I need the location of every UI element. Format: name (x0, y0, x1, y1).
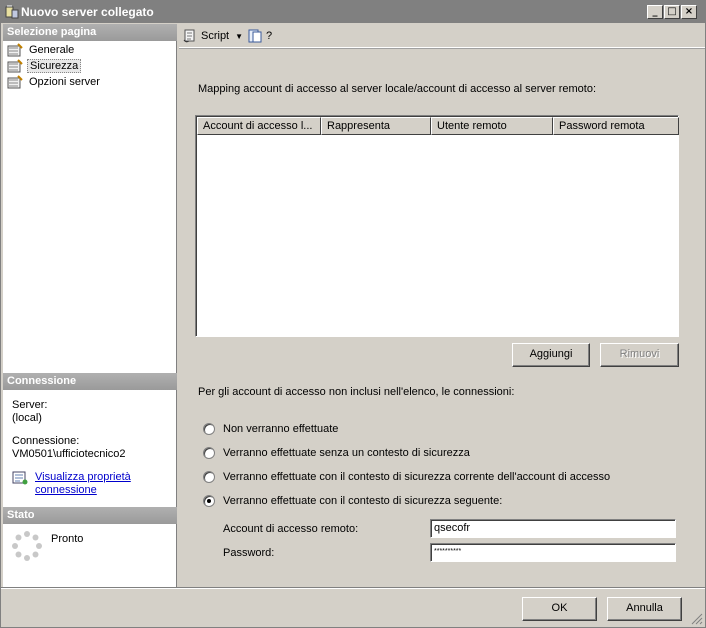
login-mapping-grid[interactable]: Account di accesso l... Rappresenta Uten… (195, 115, 679, 337)
option-specified-security-context[interactable]: Verranno effettuate con il contesto di s… (203, 493, 502, 509)
option-no-connection[interactable]: Non verranno effettuate (203, 421, 338, 437)
page-item-label: Opzioni server (29, 76, 100, 88)
page-item-generale[interactable]: Generale (7, 42, 76, 58)
connection-label: Connessione: (12, 435, 80, 447)
link-line-2: connessione (35, 484, 97, 496)
column-header-remote-password[interactable]: Password remota (553, 117, 679, 135)
window-title: Nuovo server collegato (21, 5, 154, 19)
radio-button[interactable] (203, 423, 215, 435)
page-item-sicurezza[interactable]: Sicurezza (7, 58, 82, 74)
help-button[interactable]: ? (247, 28, 272, 44)
help-label: ? (266, 30, 273, 42)
dialog-footer: OK Annulla (1, 588, 705, 627)
properties-icon (12, 471, 28, 485)
option-label: Verranno effettuate con il contesto di s… (223, 471, 611, 483)
title-bar: Nuovo server collegato _ □ × (1, 1, 705, 23)
page-item-label: Generale (29, 44, 75, 56)
left-pane: Selezione pagina Generale Sicurezza Opzi… (3, 24, 177, 588)
page-item-label: Sicurezza (27, 59, 82, 73)
option-label: Verranno effettuate con il contesto di s… (223, 495, 503, 507)
mapping-label: Mapping account di accesso al server loc… (198, 83, 597, 95)
option-no-security-context[interactable]: Verranno effettuate senza un contesto di… (203, 445, 470, 461)
remote-login-label: Account di accesso remoto: (223, 523, 359, 535)
page-icon (7, 43, 23, 57)
connection-section-header: Connessione (3, 373, 177, 390)
view-connection-properties-link[interactable]: Visualizza proprietà connessione (35, 471, 131, 497)
server-label: Server: (12, 399, 48, 411)
column-header-impersonate[interactable]: Rappresenta (321, 117, 431, 135)
radio-button[interactable] (203, 471, 215, 483)
cancel-button[interactable]: Annulla (607, 597, 682, 621)
right-pane: Script ▼ ? Mapping account di accesso al… (179, 24, 705, 588)
option-label: Non verranno effettuate (223, 423, 339, 435)
radio-button[interactable] (203, 447, 215, 459)
page-icon (7, 75, 23, 89)
page-item-opzioni-server[interactable]: Opzioni server (7, 74, 102, 90)
password-input[interactable]: ********** (430, 543, 676, 562)
progress-spinner-icon (12, 531, 42, 561)
help-icon (248, 29, 262, 43)
dialog-window: Nuovo server collegato _ □ × Selezione p… (0, 0, 706, 628)
server-value: (local) (12, 412, 42, 424)
close-button[interactable]: × (681, 5, 697, 19)
password-label: Password: (223, 547, 275, 559)
resize-grip-icon[interactable] (691, 613, 703, 625)
status-section-header: Stato (3, 507, 177, 524)
column-header-local-login[interactable]: Account di accesso l... (197, 117, 321, 135)
remote-login-input[interactable]: qsecofr (430, 519, 676, 538)
connection-value: VM0501\ufficiotecnico2 (12, 448, 126, 460)
ok-button[interactable]: OK (522, 597, 597, 621)
page-icon (7, 59, 23, 73)
remove-button[interactable]: Rimuovi (600, 343, 679, 367)
option-current-security-context[interactable]: Verranno effettuate con il contesto di s… (203, 469, 610, 485)
toolbar: Script ▼ ? (179, 24, 705, 48)
pages-section-header: Selezione pagina (3, 24, 177, 41)
script-icon (183, 29, 195, 43)
add-button[interactable]: Aggiungi (512, 343, 590, 367)
column-header-remote-user[interactable]: Utente remoto (431, 117, 553, 135)
grid-header: Account di accesso l... Rappresenta Uten… (197, 117, 679, 135)
status-value: Pronto (51, 533, 84, 545)
option-label: Verranno effettuate senza un contesto di… (223, 447, 470, 459)
script-button[interactable]: Script ▼ (182, 28, 243, 44)
script-label: Script (201, 30, 230, 42)
not-listed-label: Per gli account di accesso non inclusi n… (198, 386, 515, 398)
maximize-button[interactable]: □ (664, 5, 680, 19)
dropdown-arrow-icon: ▼ (235, 31, 244, 41)
minimize-button[interactable]: _ (647, 5, 663, 19)
radio-button-selected[interactable] (203, 495, 215, 507)
linked-server-icon (5, 5, 19, 19)
link-line-1: Visualizza proprietà (35, 471, 131, 483)
